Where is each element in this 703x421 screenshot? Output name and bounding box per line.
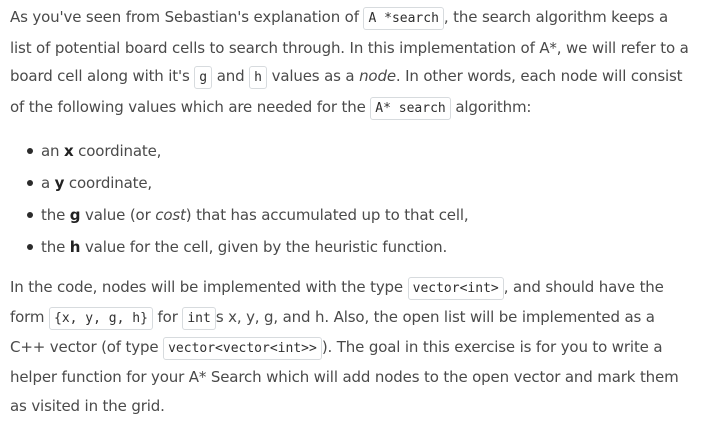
text-run: values as a (266, 67, 360, 85)
emphasis-node: node (359, 67, 396, 85)
inline-code-node-form: {x, y, g, h} (49, 307, 153, 330)
text-run: for (152, 308, 183, 326)
inline-code-vector-int: vector<int> (407, 277, 504, 300)
text-run: a (41, 174, 55, 192)
text-run: value for the cell, given by the heurist… (80, 238, 448, 256)
bold-term: g (69, 206, 81, 224)
implementation-paragraph: In the code, nodes will be implemented w… (10, 273, 691, 421)
list-item-y: a y coordinate, (27, 167, 691, 199)
text-run: As you've seen from Sebastian's explanat… (10, 8, 364, 26)
list-item-g: the g value (or cost) that has accumulat… (27, 199, 691, 231)
node-values-list: an x coordinate, a y coordinate, the g v… (10, 135, 691, 263)
bold-term: x (64, 142, 74, 160)
text-run: algorithm: (450, 97, 532, 116)
inline-code-a-search: A *search (363, 7, 444, 30)
emphasis-cost: cost (155, 206, 186, 224)
text-run: coordinate, (64, 174, 153, 192)
inline-code-h: h (249, 66, 267, 89)
text-run: In the code, nodes will be implemented w… (10, 278, 408, 296)
inline-code-a-star-search: A* search (370, 96, 451, 120)
text-run: value (or (80, 206, 156, 224)
text-run: coordinate, (73, 142, 162, 160)
inline-code-g: g (194, 66, 213, 89)
text-run: ) that has accumulated up to that cell, (185, 206, 469, 224)
list-item-x: an x coordinate, (27, 135, 691, 167)
lesson-content: As you've seen from Sebastian's explanat… (0, 0, 703, 420)
text-run: the (41, 206, 70, 224)
text-run: the (41, 238, 70, 256)
bold-term: h (69, 238, 81, 256)
text-run: and (212, 67, 250, 85)
inline-code-int: int (182, 307, 216, 330)
list-item-h: the h value for the cell, given by the h… (27, 231, 691, 263)
intro-paragraph: As you've seen from Sebastian's explanat… (10, 3, 691, 123)
text-run: an (41, 142, 65, 160)
inline-code-vector-vector-int: vector<vector<int>> (163, 337, 322, 360)
bold-term: y (54, 174, 65, 192)
